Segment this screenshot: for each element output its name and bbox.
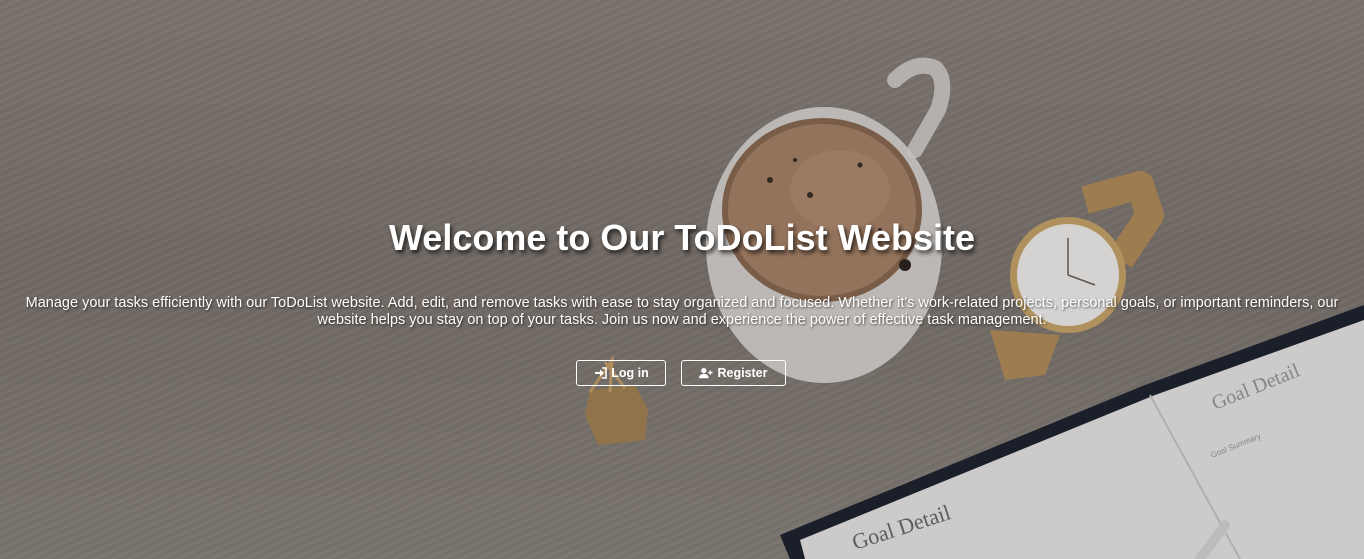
register-label: Register [717,366,768,380]
register-button[interactable]: Register [681,360,786,386]
login-label: Log in [611,366,649,380]
action-buttons: Log in Register [0,360,1364,388]
login-button[interactable]: Log in [576,360,666,386]
sign-in-icon [593,367,607,379]
hero-description: Manage your tasks efficiently with our T… [25,295,1339,328]
page-title: Welcome to Our ToDoList Website [388,217,976,258]
user-plus-icon [699,367,714,379]
hero-content: Welcome to Our ToDoList Website Manage y… [0,0,1364,559]
